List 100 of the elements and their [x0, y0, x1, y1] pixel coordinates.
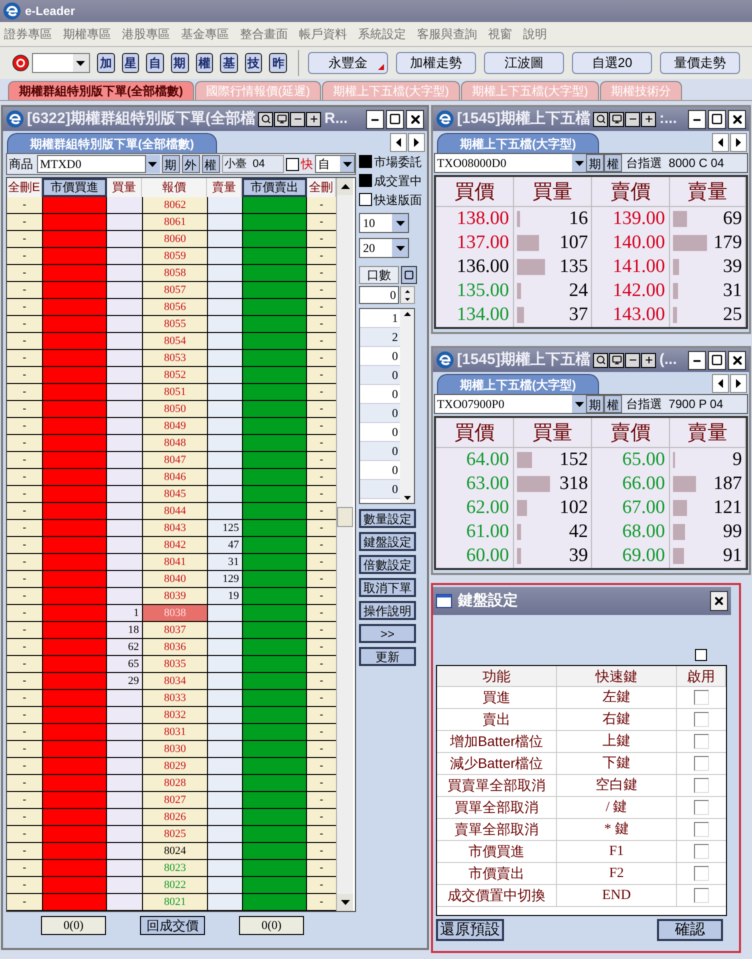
delete-cell[interactable]: - [307, 843, 336, 859]
quick-button[interactable]: 昨 [269, 53, 288, 73]
market-sell-cell[interactable] [242, 792, 307, 808]
quick-button[interactable]: 期 [170, 53, 189, 73]
market-sell-cell[interactable] [242, 894, 307, 910]
shrink-button[interactable] [625, 112, 640, 126]
delete-cell[interactable]: - [7, 741, 42, 757]
magnify-button[interactable] [258, 112, 274, 126]
market-buy-cell[interactable] [42, 503, 107, 519]
code-select[interactable] [32, 53, 90, 73]
market-buy-cell[interactable] [42, 316, 107, 332]
magnify-button[interactable] [593, 112, 608, 126]
close-button[interactable] [710, 591, 728, 611]
market-sell-cell[interactable] [242, 707, 307, 723]
delete-cell[interactable]: - [7, 690, 42, 706]
delete-cell[interactable]: - [307, 809, 336, 825]
enable-checkbox[interactable] [694, 866, 709, 881]
dialog-button[interactable]: 還原預設 [436, 919, 504, 941]
select-all-checkbox[interactable] [695, 649, 707, 661]
market-buy-cell[interactable] [42, 384, 107, 400]
delete-cell[interactable]: - [7, 860, 42, 876]
delete-cell[interactable]: - [7, 265, 42, 281]
screen-button[interactable] [609, 352, 624, 368]
app-tab[interactable]: 期權群組特別版下單(全部檔數) [8, 81, 194, 100]
delete-cell[interactable]: - [7, 792, 42, 808]
delete-cell[interactable]: - [307, 605, 336, 621]
delete-cell[interactable]: - [7, 826, 42, 842]
delete-cell[interactable]: - [307, 554, 336, 570]
delete-cell[interactable]: - [307, 333, 336, 349]
delete-cell[interactable]: - [7, 724, 42, 740]
delete-cell[interactable]: - [307, 299, 336, 315]
price-cell[interactable]: 8035 [142, 656, 207, 672]
screen-button[interactable] [274, 112, 290, 126]
delete-cell[interactable]: - [307, 622, 336, 638]
grow-button[interactable] [641, 352, 656, 368]
delete-cell[interactable]: - [7, 452, 42, 468]
side-button[interactable]: 鍵盤設定 [359, 532, 416, 551]
delete-cell[interactable]: - [307, 741, 336, 757]
delete-cell[interactable]: - [7, 503, 42, 519]
delete-cell[interactable]: - [307, 537, 336, 553]
scrollbar[interactable] [336, 178, 353, 911]
price-cell[interactable]: 8043 [142, 520, 207, 536]
market-sell-cell[interactable] [242, 299, 307, 315]
market-sell-cell[interactable] [242, 367, 307, 383]
delete-cell[interactable]: - [7, 809, 42, 825]
lots-toggle-button[interactable] [401, 266, 417, 284]
price-cell[interactable]: 8046 [142, 469, 207, 485]
market-buy-cell[interactable] [42, 418, 107, 434]
market-sell-cell[interactable] [242, 588, 307, 604]
toolbar-button[interactable]: 自選20 [572, 52, 652, 74]
delete-cell[interactable]: - [7, 894, 42, 910]
lots-field[interactable]: 0 [359, 286, 399, 304]
lots-item[interactable]: 0 [360, 442, 400, 461]
market-buy-cell[interactable] [42, 622, 107, 638]
enable-checkbox[interactable] [694, 756, 709, 771]
delete-cell[interactable]: - [307, 435, 336, 451]
market-buy-cell[interactable] [42, 809, 107, 825]
scroll-left-button[interactable] [712, 133, 729, 152]
delete-cell[interactable]: - [7, 707, 42, 723]
delete-cell[interactable]: - [7, 758, 42, 774]
toolbar-button[interactable]: 永豐金 [308, 52, 388, 74]
scroll-thumb[interactable] [337, 507, 353, 527]
menu-item[interactable]: 系統設定 [358, 25, 406, 43]
market-sell-cell[interactable] [242, 503, 307, 519]
side-button[interactable]: 數量設定 [359, 509, 416, 528]
market-buy-cell[interactable] [42, 588, 107, 604]
menu-item[interactable]: 證券專區 [4, 25, 52, 43]
dropdown-button[interactable] [146, 155, 160, 173]
market-buy-cell[interactable] [42, 673, 107, 689]
price-cell[interactable]: 8036 [142, 639, 207, 655]
option-checkbox[interactable] [359, 174, 372, 187]
price-cell[interactable]: 8055 [142, 316, 207, 332]
delete-cell[interactable]: - [7, 333, 42, 349]
market-buy-cell[interactable] [42, 826, 107, 842]
delete-cell[interactable]: - [7, 401, 42, 417]
market-sell-cell[interactable] [242, 775, 307, 791]
market-sell-cell[interactable] [242, 316, 307, 332]
close-button[interactable] [728, 110, 746, 128]
price-cell[interactable]: 8059 [142, 248, 207, 264]
delete-cell[interactable]: - [7, 299, 42, 315]
delete-cell[interactable]: - [7, 486, 42, 502]
price-cell[interactable]: 8041 [142, 554, 207, 570]
delete-cell[interactable]: - [7, 639, 42, 655]
market-buy-cell[interactable] [42, 197, 107, 213]
market-sell-cell[interactable] [242, 469, 307, 485]
market-sell-cell[interactable] [242, 520, 307, 536]
market-sell-cell[interactable] [242, 622, 307, 638]
market-sell-cell[interactable] [242, 741, 307, 757]
side-button[interactable]: 取消下單 [359, 578, 416, 597]
price-cell[interactable]: 8029 [142, 758, 207, 774]
price-cell[interactable]: 8050 [142, 401, 207, 417]
fast-checkbox[interactable] [286, 158, 299, 170]
price-cell[interactable]: 8034 [142, 673, 207, 689]
delete-cell[interactable]: - [7, 469, 42, 485]
price-cell[interactable]: 8030 [142, 741, 207, 757]
delete-cell[interactable]: - [7, 350, 42, 366]
enable-checkbox[interactable] [694, 690, 709, 705]
price-cell[interactable]: 8052 [142, 367, 207, 383]
delete-cell[interactable]: - [7, 231, 42, 247]
spinner-button[interactable] [400, 286, 415, 304]
